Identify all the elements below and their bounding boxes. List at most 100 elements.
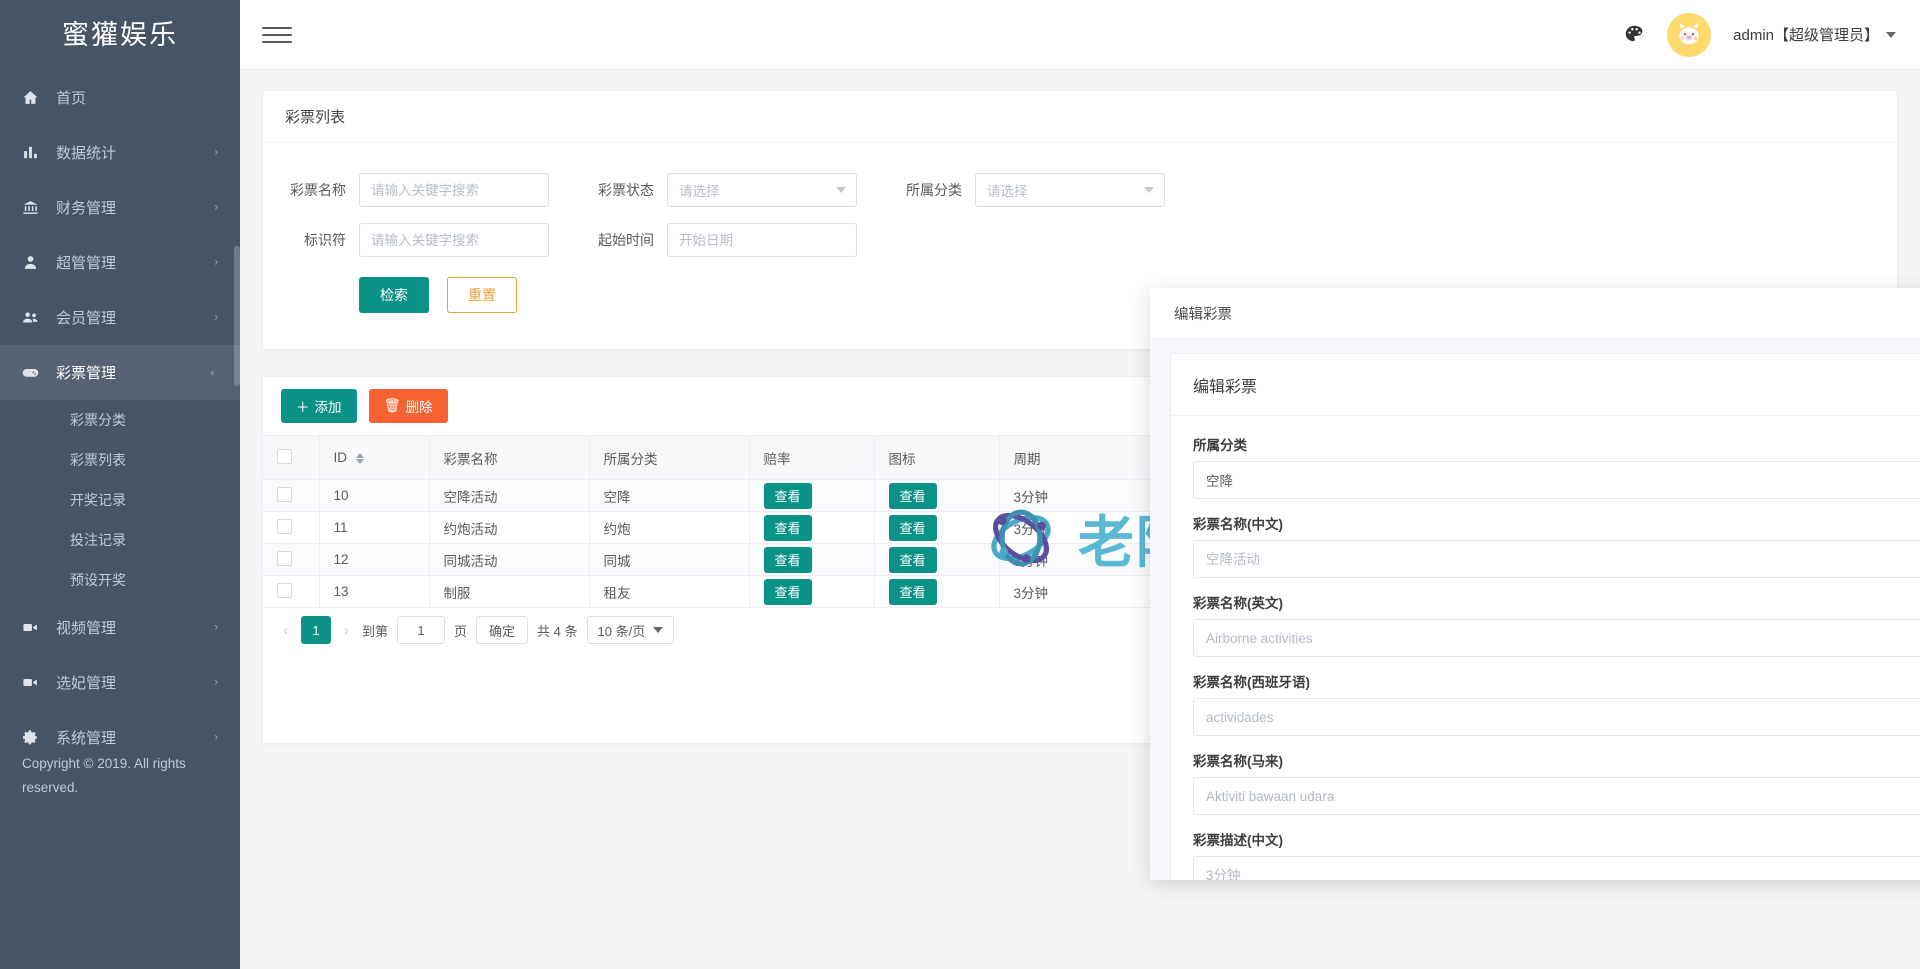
prev-page-button[interactable]: ‹ xyxy=(279,622,292,639)
page-number-1[interactable]: 1 xyxy=(301,616,331,644)
cell-category: 同城 xyxy=(589,544,749,576)
sidebar-subitem-label: 开奖记录 xyxy=(70,490,126,510)
lottery-name-en-input[interactable] xyxy=(1193,619,1920,657)
category-select[interactable]: 请选择 xyxy=(975,173,1165,207)
view-icon-button[interactable]: 查看 xyxy=(889,515,937,541)
sidebar-item-concubine[interactable]: 选妃管理 › xyxy=(0,655,240,710)
page-size-select[interactable]: 10 条/页 xyxy=(587,616,675,644)
view-odds-button[interactable]: 查看 xyxy=(764,547,812,573)
sidebar-item-video[interactable]: 视频管理 › xyxy=(0,600,240,655)
goto-confirm-button[interactable]: 确定 xyxy=(476,616,528,644)
field-lottery-status: 彩票状态 请选择 xyxy=(571,173,857,207)
sidebar-subitem-bet-records[interactable]: 投注记录 xyxy=(0,520,240,560)
cell-category: 约炮 xyxy=(589,512,749,544)
sidebar-item-lottery[interactable]: 彩票管理 ⌄ xyxy=(0,345,240,400)
sidebar-subitem-preset-draw[interactable]: 预设开奖 xyxy=(0,560,240,600)
lottery-name-es-input[interactable] xyxy=(1193,698,1920,736)
sidebar-item-label: 系统管理 xyxy=(56,727,116,748)
lottery-desc-zh-input[interactable] xyxy=(1193,856,1920,880)
users-icon xyxy=(22,308,48,328)
sidebar-item-finance[interactable]: 财务管理 › xyxy=(0,180,240,235)
avatar[interactable] xyxy=(1667,13,1711,57)
main-content: 彩票列表 彩票名称 彩票状态 请选择 所属分类 请选择 xyxy=(240,70,1920,969)
sidebar: 蜜獾娱乐 首页 数据统计 › 财务管理 › 超管管理 › 会员管理 › xyxy=(0,0,240,969)
delete-button[interactable]: 🗑 删除 xyxy=(369,389,448,423)
chevron-right-icon: › xyxy=(214,312,218,323)
field-label: 彩票名称(西班牙语) xyxy=(1193,671,1920,691)
cell-category: 租友 xyxy=(589,576,749,608)
palette-icon[interactable] xyxy=(1624,24,1645,45)
row-checkbox-cell xyxy=(263,480,319,512)
dialog-titlebar[interactable]: 编辑彩票 xyxy=(1150,288,1920,339)
copyright-text: Copyright © 2019. All rights reserved. xyxy=(22,752,222,800)
cell-id: 13 xyxy=(319,576,429,608)
view-icon-button[interactable]: 查看 xyxy=(889,483,937,509)
sidebar-item-home[interactable]: 首页 xyxy=(0,70,240,125)
chevron-down-icon xyxy=(653,627,663,633)
page-size-value: 10 条/页 xyxy=(598,621,646,640)
column-name: 彩票名称 xyxy=(429,436,589,480)
row-checkbox[interactable] xyxy=(277,551,292,566)
cell-cycle: 3分钟 xyxy=(999,576,1159,608)
lottery-status-select[interactable]: 请选择 xyxy=(667,173,857,207)
sidebar-subitem-lottery-category[interactable]: 彩票分类 xyxy=(0,400,240,440)
select-value: 请选择 xyxy=(679,180,720,200)
row-checkbox[interactable] xyxy=(277,519,292,534)
cell-cycle: 3分钟 xyxy=(999,512,1159,544)
field-label: 起始时间 xyxy=(571,230,667,250)
sidebar-item-members[interactable]: 会员管理 › xyxy=(0,290,240,345)
user-menu[interactable]: admin【超级管理员】 xyxy=(1733,24,1896,45)
lottery-name-ms-input[interactable] xyxy=(1193,777,1920,815)
cell-name: 空降活动 xyxy=(429,480,589,512)
dialog-category-select[interactable]: 空降 xyxy=(1193,461,1920,499)
view-icon-button[interactable]: 查看 xyxy=(889,579,937,605)
hamburger-icon[interactable] xyxy=(262,20,292,50)
view-odds-button[interactable]: 查看 xyxy=(764,483,812,509)
field-label: 所属分类 xyxy=(1193,434,1920,454)
search-button[interactable]: 检索 xyxy=(359,277,429,313)
field-start-time: 起始时间 xyxy=(571,223,857,257)
cell-id: 10 xyxy=(319,480,429,512)
column-label: ID xyxy=(334,450,348,465)
cell-icon: 查看 xyxy=(874,544,999,576)
sidebar-item-label: 首页 xyxy=(56,87,86,108)
sidebar-subitem-lottery-list[interactable]: 彩票列表 xyxy=(0,440,240,480)
field-category: 所属分类 请选择 xyxy=(879,173,1165,207)
goto-page-input[interactable] xyxy=(397,616,445,644)
field-identifier: 标识符 xyxy=(263,223,549,257)
reset-button[interactable]: 重置 xyxy=(447,277,517,313)
field-label: 彩票名称(中文) xyxy=(1193,513,1920,533)
lottery-name-zh-input[interactable] xyxy=(1193,540,1920,578)
dialog-panel-title: 编辑彩票 xyxy=(1171,354,1920,416)
lottery-name-input[interactable] xyxy=(359,173,549,207)
view-odds-button[interactable]: 查看 xyxy=(764,515,812,541)
header-right-group: admin【超级管理员】 xyxy=(1624,13,1896,57)
cell-icon: 查看 xyxy=(874,480,999,512)
row-checkbox[interactable] xyxy=(277,583,292,598)
dialog-body: 编辑彩票 所属分类 空降 彩票名称(中文) 彩票名称(英文 xyxy=(1150,339,1920,880)
sidebar-item-label: 选妃管理 xyxy=(56,672,116,693)
dialog-field-name-zh: 彩票名称(中文) xyxy=(1193,513,1920,578)
column-id[interactable]: ID xyxy=(319,436,429,480)
select-all-checkbox[interactable] xyxy=(277,449,292,464)
identifier-input[interactable] xyxy=(359,223,549,257)
sidebar-subitem-draw-records[interactable]: 开奖记录 xyxy=(0,480,240,520)
add-button[interactable]: ＋ 添加 xyxy=(281,389,357,423)
page-unit-label: 页 xyxy=(454,621,467,640)
view-odds-button[interactable]: 查看 xyxy=(764,579,812,605)
select-value: 请选择 xyxy=(987,180,1028,200)
sidebar-item-superadmin[interactable]: 超管管理 › xyxy=(0,235,240,290)
dialog-field-name-es: 彩票名称(西班牙语) xyxy=(1193,671,1920,736)
sidebar-item-statistics[interactable]: 数据统计 › xyxy=(0,125,240,180)
total-count-label: 共 4 条 xyxy=(537,621,577,640)
start-date-input[interactable] xyxy=(667,223,857,257)
sidebar-subitem-label: 彩票列表 xyxy=(70,450,126,470)
row-checkbox[interactable] xyxy=(277,487,292,502)
next-page-button[interactable]: › xyxy=(340,622,353,639)
view-icon-button[interactable]: 查看 xyxy=(889,547,937,573)
field-label: 所属分类 xyxy=(879,180,975,200)
cell-odds: 查看 xyxy=(749,576,874,608)
field-label: 彩票名称 xyxy=(263,180,359,200)
sort-icon[interactable] xyxy=(356,453,364,464)
chevron-right-icon: › xyxy=(214,732,218,743)
